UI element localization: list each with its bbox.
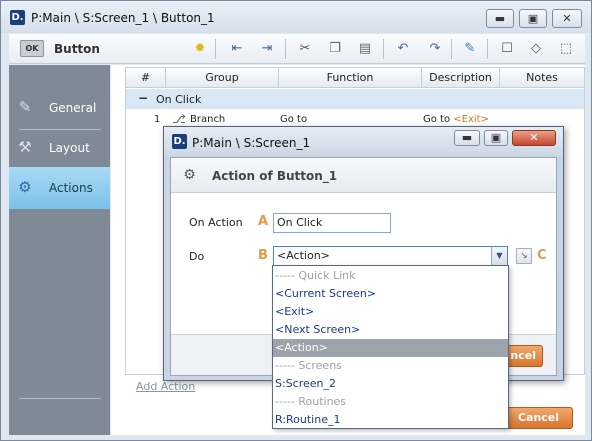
close-icon: ✕ — [529, 131, 539, 144]
do-dropdown-list: ----- Quick Link <Current Screen> <Exit>… — [272, 265, 509, 429]
copy-icon[interactable]: ❐ — [327, 41, 343, 57]
outdent-icon[interactable]: ⇤ — [229, 41, 245, 57]
chevron-down-icon[interactable]: ▼ — [491, 247, 507, 265]
close-button[interactable]: ✕ — [552, 9, 582, 28]
wrench-icon: ⚒ — [18, 138, 32, 156]
group-row-label: On Click — [156, 93, 202, 106]
toolbar-separator — [215, 39, 216, 59]
dropdown-header-screens: ----- Screens — [275, 359, 342, 372]
expand-icon[interactable]: ⬚ — [558, 41, 574, 57]
column-header-group[interactable]: Group — [166, 68, 279, 88]
dialog-maximize-button[interactable]: ▣ — [484, 130, 508, 146]
indent-icon[interactable]: ⇥ — [259, 41, 275, 57]
paste-icon[interactable]: ▤ — [357, 41, 373, 57]
toolbar-title: Button — [54, 42, 100, 56]
toolbar-separator — [285, 39, 286, 59]
on-action-field[interactable]: On Click — [273, 213, 391, 233]
sidebar-item-label: General — [49, 101, 97, 115]
window-title: P:Main \ S:Screen_1 \ Button_1 — [31, 11, 215, 25]
row-function: Go to — [280, 114, 308, 125]
cancel-button[interactable]: Cancel — [504, 407, 573, 429]
dialog-title: P:Main \ S:Screen_1 — [192, 136, 311, 150]
row-description: Go to <Exit> — [423, 114, 489, 125]
collapse-toggle[interactable]: − — [138, 91, 148, 105]
column-header-number[interactable]: # — [126, 68, 166, 88]
dropdown-header-routines: ----- Routines — [275, 395, 347, 408]
app-logo-icon: D. — [10, 10, 25, 25]
close-icon: ✕ — [562, 12, 572, 25]
dropdown-option-exit[interactable]: <Exit> — [273, 303, 508, 321]
tag-icon[interactable]: ◇ — [528, 41, 544, 57]
minimize-icon: ▬ — [494, 12, 506, 25]
toolbar: OK Button ✹ ⇤ ⇥ ✂ ❐ ▤ ↶ ↷ ✎ ☐ ◇ ⬚ — [9, 34, 585, 64]
go-to-icon[interactable]: ↘ — [516, 248, 532, 264]
pencil-icon: ✎ — [18, 98, 32, 116]
column-header-function[interactable]: Function — [279, 68, 422, 88]
toolbar-separator — [383, 39, 384, 59]
dialog-header: ⚙ Action of Button_1 — [171, 158, 556, 193]
toolbar-separator — [487, 39, 488, 59]
maximize-icon: ▣ — [527, 12, 539, 25]
row-group: Branch — [190, 114, 226, 125]
group-row-on-click[interactable]: − On Click — [126, 89, 584, 109]
dropdown-option-screen-2[interactable]: S:Screen_2 — [273, 375, 508, 393]
do-combobox[interactable]: <Action> ▼ — [273, 246, 508, 266]
dropdown-option-current-screen[interactable]: <Current Screen> — [273, 285, 508, 303]
comments-icon[interactable]: ☐ — [499, 41, 515, 57]
gears-icon: ⚙ — [18, 178, 32, 196]
maximize-icon: ▣ — [490, 131, 502, 144]
column-header-description[interactable]: Description — [422, 68, 500, 88]
sidebar-item-general[interactable]: ✎ General — [9, 87, 110, 129]
dialog-close-button[interactable]: ✕ — [512, 130, 556, 146]
button-type-icon: OK — [20, 40, 44, 57]
sidebar-item-actions[interactable]: ⚙ Actions — [9, 167, 110, 209]
add-action-link[interactable]: Add Action — [136, 380, 195, 393]
undo-icon[interactable]: ↶ — [395, 41, 411, 57]
sidebar-item-label: Actions — [49, 181, 93, 195]
minimize-icon: ▬ — [461, 131, 473, 144]
callout-b: B — [258, 248, 268, 263]
do-combobox-value: <Action> — [277, 249, 330, 262]
title-bar: D. P:Main \ S:Screen_1 \ Button_1 ▬ ▣ ✕ — [1, 1, 591, 33]
dropdown-header-quick-link: ----- Quick Link — [275, 269, 356, 282]
dropdown-option-next-screen[interactable]: <Next Screen> — [273, 321, 508, 339]
cut-icon[interactable]: ✂ — [297, 41, 313, 57]
redo-icon[interactable]: ↷ — [427, 41, 443, 57]
on-action-label: On Action — [189, 216, 243, 229]
dialog-title-bar: D. P:Main \ S:Screen_1 ▬ ▣ ✕ — [164, 127, 563, 156]
comment-icon[interactable]: ✎ — [462, 41, 478, 57]
do-label: Do — [189, 250, 205, 263]
dialog-heading: Action of Button_1 — [212, 169, 338, 183]
callout-a: A — [258, 214, 269, 229]
column-header-notes[interactable]: Notes — [500, 68, 584, 88]
row-number: 1 — [154, 114, 161, 125]
settings-icon: ⚙ — [183, 167, 196, 183]
callout-c: C — [537, 248, 547, 263]
dropdown-option-routine-1[interactable]: R:Routine_1 — [273, 411, 508, 429]
sidebar-item-label: Layout — [49, 141, 90, 155]
minimize-button[interactable]: ▬ — [486, 9, 514, 28]
dialog-minimize-button[interactable]: ▬ — [454, 130, 480, 146]
sidebar: ✎ General ⚒ Layout ⚙ Actions — [9, 65, 110, 435]
sidebar-divider — [19, 398, 101, 399]
maximize-button[interactable]: ▣ — [519, 9, 547, 28]
lightbulb-icon[interactable]: ✹ — [192, 41, 208, 57]
branch-icon: ⎇ — [172, 112, 186, 126]
dropdown-option-action[interactable]: <Action> — [273, 339, 508, 357]
app-logo-icon: D. — [172, 134, 187, 149]
sidebar-item-layout[interactable]: ⚒ Layout — [9, 127, 110, 169]
toolbar-separator — [451, 39, 452, 59]
